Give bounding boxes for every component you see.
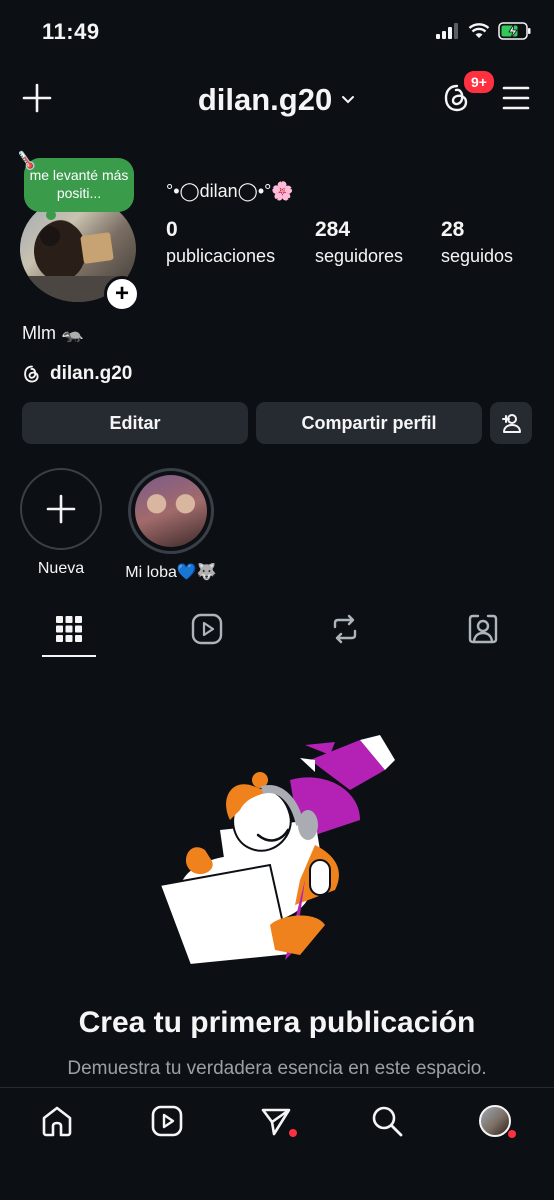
add-person-icon	[502, 414, 521, 433]
tab-tagged[interactable]	[467, 613, 499, 650]
nav-direct[interactable]	[259, 1104, 293, 1138]
highlight-item[interactable]: Mi loba💙🐺	[114, 468, 228, 582]
nav-reels[interactable]	[150, 1104, 184, 1138]
new-highlight-label: Nueva	[37, 560, 85, 577]
empty-state-illustration	[150, 730, 410, 985]
followers-stat[interactable]: 284 seguidores	[315, 218, 403, 267]
menu-button[interactable]	[502, 85, 530, 116]
highlight-photo	[135, 475, 207, 547]
home-icon	[42, 1106, 72, 1137]
threads-handle: dilan.g20	[50, 363, 133, 384]
send-icon	[261, 1108, 291, 1136]
followers-label: seguidores	[315, 246, 404, 266]
followers-count: 284	[315, 218, 351, 241]
posts-label: publicaciones	[166, 246, 276, 266]
tagged-person-icon	[468, 614, 498, 644]
profile-unread-dot	[508, 1130, 516, 1138]
posts-stat: 0 publicaciones	[166, 218, 275, 267]
following-label: seguidos	[441, 246, 514, 266]
repost-icon	[333, 614, 357, 644]
status-bar: 11:49	[0, 0, 554, 64]
battery-charging-icon	[498, 22, 531, 40]
display-name: °•◯dilan◯•°🌸	[166, 181, 294, 201]
cellular-signal-icon	[436, 23, 458, 39]
highlight-label: Mi loba💙🐺	[125, 564, 217, 581]
nav-profile[interactable]	[478, 1104, 512, 1138]
share-profile-button[interactable]: Compartir perfil	[256, 402, 482, 444]
following-count: 28	[441, 218, 465, 241]
header-username: dilan.g20	[197, 82, 333, 117]
reels-icon	[151, 1105, 183, 1137]
note-bubble-tail	[46, 210, 56, 220]
new-highlight-circle[interactable]	[20, 468, 102, 550]
threads-profile-link[interactable]: dilan.g20	[22, 363, 132, 385]
grid-icon	[56, 616, 82, 642]
note-bubble[interactable]: me levanté más positi...	[24, 158, 134, 212]
active-tab-indicator	[42, 655, 96, 657]
plus-icon	[46, 494, 76, 524]
notification-badge: 9+	[462, 69, 496, 95]
empty-state-subtitle: Demuestra tu verdadera esencia en este e…	[67, 1058, 487, 1079]
add-story-button[interactable]: +	[104, 276, 140, 312]
highlight-cover[interactable]	[128, 468, 214, 554]
posts-count: 0	[166, 218, 178, 241]
chevron-down-icon	[342, 96, 355, 104]
hamburger-menu-icon	[502, 86, 530, 110]
new-highlight[interactable]: Nueva	[18, 468, 104, 578]
nav-search[interactable]	[370, 1104, 404, 1138]
edit-profile-button[interactable]: Editar	[22, 402, 248, 444]
edit-profile-label: Editar	[109, 412, 161, 433]
tab-reposts[interactable]	[330, 613, 360, 650]
status-icons	[436, 22, 532, 40]
threads-icon	[24, 365, 39, 383]
search-icon	[372, 1106, 403, 1137]
note-text: me levanté más positi...	[29, 167, 129, 201]
discover-people-button[interactable]	[490, 402, 532, 444]
reels-icon	[191, 613, 223, 645]
nav-home[interactable]	[40, 1104, 74, 1138]
following-stat[interactable]: 28 seguidos	[441, 218, 513, 267]
tab-grid[interactable]	[55, 615, 83, 648]
tab-reels[interactable]	[191, 613, 223, 650]
profile-avatar-small	[479, 1105, 511, 1137]
empty-state-title: Crea tu primera publicación	[78, 1006, 476, 1039]
bio: Mlm 🦡	[22, 323, 84, 343]
direct-unread-dot	[289, 1129, 297, 1137]
wifi-icon	[468, 23, 490, 38]
status-time: 11:49	[42, 19, 100, 44]
share-profile-label: Compartir perfil	[301, 412, 437, 433]
